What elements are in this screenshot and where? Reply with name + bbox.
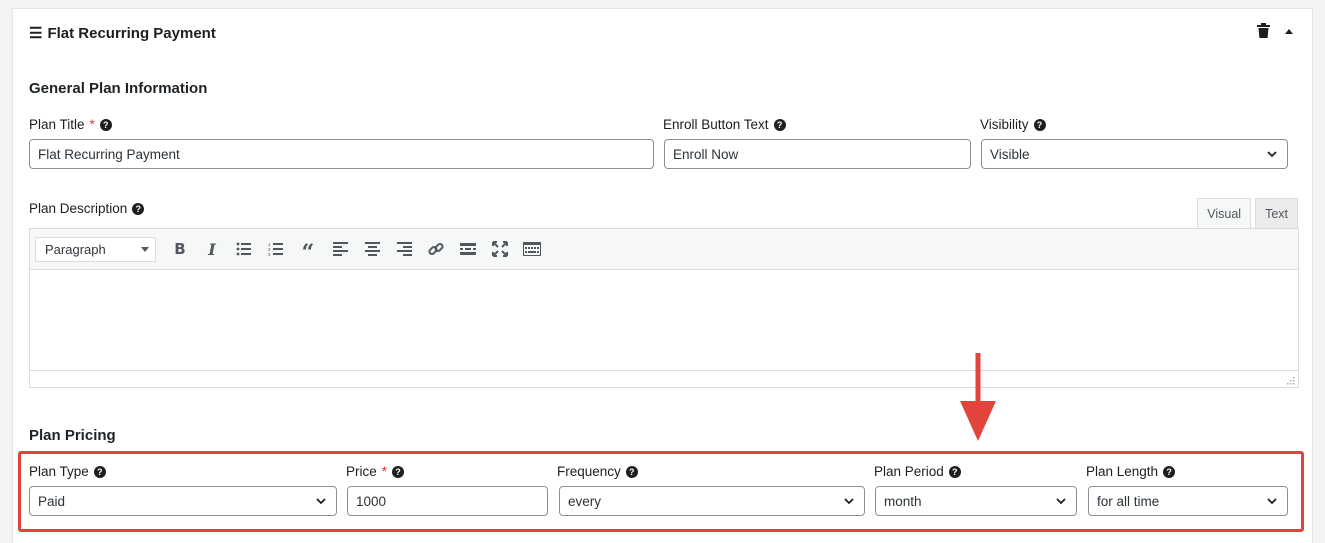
align-left-icon[interactable] — [324, 235, 356, 263]
resize-handle-icon[interactable] — [1285, 375, 1295, 385]
description-editor[interactable]: Paragraph B I 123 “ — [29, 228, 1299, 388]
general-section-title: General Plan Information — [29, 80, 208, 97]
svg-text:3: 3 — [268, 252, 271, 256]
plan-panel: ☰ Flat Recurring Payment General Plan In… — [12, 8, 1313, 543]
help-icon[interactable]: ? — [99, 118, 112, 131]
numbered-list-icon[interactable]: 123 — [260, 235, 292, 263]
pricing-section-title: Plan Pricing — [29, 427, 116, 444]
caret-up-icon[interactable] — [1284, 27, 1294, 35]
help-icon[interactable]: ? — [773, 118, 786, 131]
bold-icon[interactable]: B — [164, 235, 196, 263]
editor-statusbar — [30, 370, 1298, 387]
align-right-icon[interactable] — [388, 235, 420, 263]
plan-description-label: Plan Description? — [29, 201, 145, 216]
enroll-button-text-label: Enroll Button Text? — [663, 117, 786, 132]
plan-header[interactable]: ☰ Flat Recurring Payment — [29, 24, 216, 43]
help-icon[interactable]: ? — [132, 202, 145, 215]
blockquote-icon[interactable]: “ — [292, 235, 324, 264]
tab-visual[interactable]: Visual — [1197, 198, 1252, 228]
caret-down-icon — [141, 246, 149, 252]
link-icon[interactable] — [420, 235, 452, 263]
fullscreen-icon[interactable] — [484, 235, 516, 263]
align-center-icon[interactable] — [356, 235, 388, 263]
editor-content-area[interactable] — [30, 270, 1298, 370]
editor-toolbar: Paragraph B I 123 “ — [30, 229, 1298, 270]
annotation-arrow-icon — [960, 353, 996, 441]
read-more-icon[interactable] — [452, 235, 484, 263]
bullet-list-icon[interactable] — [228, 235, 260, 263]
italic-icon[interactable]: I — [196, 235, 228, 263]
chevron-down-icon — [1267, 151, 1277, 158]
plan-title-input[interactable]: Flat Recurring Payment — [29, 139, 654, 169]
format-select[interactable]: Paragraph — [35, 236, 156, 262]
enroll-button-text-input[interactable]: Enroll Now — [664, 139, 971, 169]
help-icon[interactable]: ? — [1033, 118, 1046, 131]
visibility-select[interactable]: Visible — [981, 139, 1288, 169]
hamburger-icon[interactable]: ☰ — [29, 24, 42, 42]
visibility-label: Visibility? — [980, 117, 1046, 132]
toolbar-toggle-icon[interactable] — [516, 235, 548, 263]
plan-header-title: Flat Recurring Payment — [47, 24, 216, 42]
trash-icon[interactable] — [1257, 23, 1270, 38]
tab-text[interactable]: Text — [1255, 198, 1298, 228]
plan-title-label: Plan Title *? — [29, 117, 112, 132]
highlight-box — [18, 451, 1304, 532]
